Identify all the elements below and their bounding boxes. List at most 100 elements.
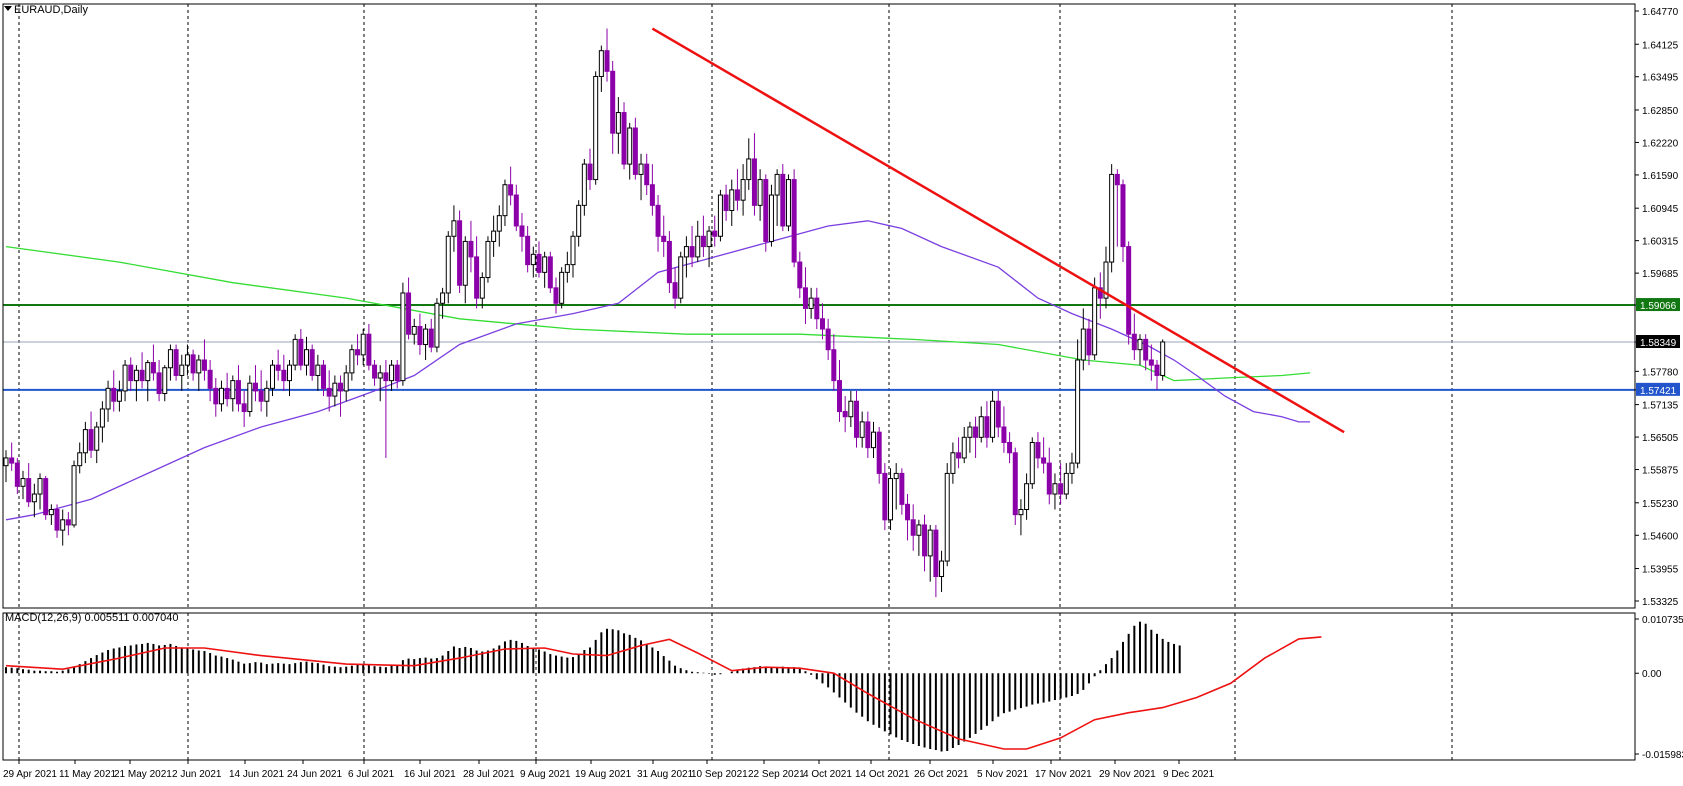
candle-body[interactable] (1143, 338, 1149, 361)
candle-body[interactable] (31, 493, 37, 503)
candle-body[interactable] (785, 179, 791, 227)
candle-body[interactable] (876, 431, 882, 474)
candle-body[interactable] (757, 179, 763, 206)
candle-body[interactable] (428, 328, 434, 348)
candle-body[interactable] (649, 184, 655, 206)
candle-body[interactable] (933, 529, 939, 578)
candle-body[interactable] (604, 50, 610, 72)
candle-body[interactable] (513, 194, 519, 227)
candle-body[interactable] (338, 382, 344, 392)
candle-body[interactable] (377, 372, 383, 379)
candle-body[interactable] (712, 230, 718, 237)
candle-body[interactable] (116, 390, 122, 402)
candle-body[interactable] (836, 380, 842, 413)
candle-body[interactable] (644, 163, 650, 186)
candle-body[interactable] (71, 465, 77, 526)
candle-body[interactable] (349, 349, 355, 374)
candle-body[interactable] (689, 246, 695, 258)
candle-body[interactable] (383, 372, 389, 382)
candle-body[interactable] (105, 387, 111, 410)
candle-body[interactable] (871, 431, 877, 449)
candle-body[interactable] (559, 271, 565, 304)
candle-body[interactable] (128, 364, 134, 382)
candle-body[interactable] (973, 426, 979, 438)
candle-body[interactable] (54, 508, 60, 531)
candle-body[interactable] (854, 400, 859, 438)
candle-body[interactable] (190, 354, 196, 374)
candle-body[interactable] (797, 261, 803, 289)
candle-body[interactable] (723, 194, 729, 212)
candle-body[interactable] (269, 364, 275, 389)
candle-body[interactable] (814, 297, 820, 320)
candle-body[interactable] (77, 452, 83, 467)
candle-body[interactable] (751, 158, 757, 206)
candle-body[interactable] (321, 364, 327, 389)
candle-body[interactable] (218, 387, 224, 405)
candle-body[interactable] (434, 302, 440, 348)
candle-body[interactable] (553, 287, 559, 304)
candle-body[interactable] (9, 457, 15, 464)
candle-body[interactable] (468, 240, 474, 258)
candle-body[interactable] (547, 256, 553, 289)
candle-body[interactable] (122, 364, 128, 392)
candle-body[interactable] (417, 325, 423, 346)
candle-body[interactable] (496, 215, 502, 232)
candle-body[interactable] (400, 292, 406, 382)
candle-body[interactable] (184, 354, 190, 366)
candle-body[interactable] (593, 75, 599, 181)
candle-body[interactable] (82, 429, 88, 454)
candle-body[interactable] (264, 387, 270, 402)
candle-body[interactable] (48, 508, 54, 516)
candle-body[interactable] (241, 403, 247, 413)
candle-body[interactable] (627, 127, 633, 165)
candle-body[interactable] (1063, 472, 1069, 495)
candle-body[interactable] (224, 387, 230, 400)
candle-body[interactable] (967, 426, 973, 438)
candle-body[interactable] (94, 426, 100, 451)
candle-body[interactable] (927, 529, 933, 557)
candle-body[interactable] (156, 372, 162, 395)
candle-body[interactable] (1080, 328, 1086, 361)
candle-body[interactable] (457, 220, 463, 286)
candle-body[interactable] (916, 524, 922, 536)
candle-body[interactable] (173, 349, 179, 376)
candle-body[interactable] (1001, 426, 1007, 443)
candle-body[interactable] (655, 204, 661, 237)
candle-body[interactable] (865, 421, 871, 449)
candle-body[interactable] (485, 240, 491, 279)
candle-body[interactable] (695, 235, 701, 258)
candle-body[interactable] (672, 282, 678, 299)
candle-body[interactable] (99, 408, 105, 428)
candle-body[interactable] (638, 163, 644, 175)
candle-body[interactable] (43, 478, 49, 516)
trading-chart[interactable]: 1.64770 1.64125 1.63495 1.62850 1.62220 1.615… (0, 0, 1683, 781)
candle-body[interactable] (508, 184, 514, 196)
candle-body[interactable] (196, 359, 202, 374)
candle-body[interactable] (162, 367, 168, 395)
candle-body[interactable] (576, 204, 582, 237)
candle-body[interactable] (423, 328, 429, 346)
candle-body[interactable] (252, 382, 258, 392)
candle-body[interactable] (1126, 246, 1132, 335)
candle-body[interactable] (179, 364, 185, 376)
candle-body[interactable] (774, 173, 780, 196)
candle-body[interactable] (570, 235, 576, 266)
candle-body[interactable] (440, 292, 446, 304)
candle-body[interactable] (366, 333, 372, 366)
candle-body[interactable] (406, 292, 412, 335)
candle-body[interactable] (530, 253, 536, 266)
candle-body[interactable] (258, 390, 264, 402)
candle-body[interactable] (1075, 359, 1081, 464)
candle-body[interactable] (315, 364, 321, 376)
candle-body[interactable] (610, 70, 616, 134)
candle-body[interactable] (1035, 441, 1041, 459)
candle-body[interactable] (207, 369, 213, 389)
candle-body[interactable] (491, 230, 497, 242)
candle-body[interactable] (292, 338, 298, 366)
candle-body[interactable] (1131, 333, 1137, 351)
candle-body[interactable] (950, 452, 956, 474)
candle-body[interactable] (502, 184, 508, 217)
candle-body[interactable] (598, 50, 604, 77)
candle-body[interactable] (939, 560, 945, 578)
candle-body[interactable] (893, 472, 899, 480)
